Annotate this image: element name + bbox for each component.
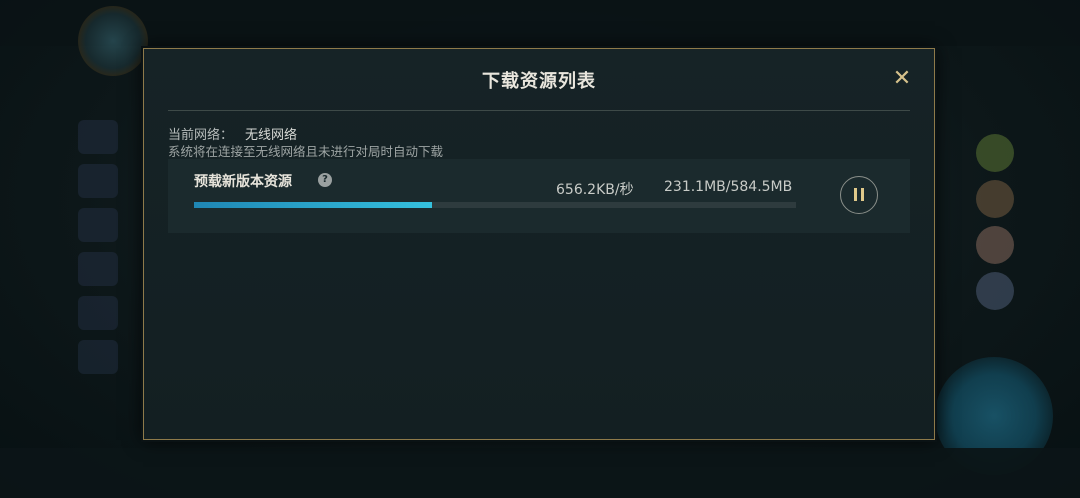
help-icon[interactable]: ? — [318, 173, 332, 187]
player-avatar — [78, 6, 148, 76]
title-divider — [168, 110, 910, 111]
network-note: 系统将在连接至无线网络且未进行对局时自动下载 — [168, 144, 444, 159]
background-bottom-bar — [0, 448, 1080, 498]
download-speed: 656.2KB/秒 — [556, 182, 634, 198]
close-icon[interactable]: ✕ — [890, 67, 914, 91]
background-top-bar — [0, 0, 1080, 46]
background-left-column — [70, 110, 150, 440]
progress-fill — [194, 202, 432, 208]
progress-bar — [194, 202, 796, 208]
pause-button[interactable] — [840, 176, 878, 214]
dialog-title: 下载资源列表 — [482, 71, 596, 92]
download-resource-dialog: 下载资源列表 ✕ 当前网络： 无线网络 系统将在连接至无线网络且未进行对局时自动下… — [143, 48, 935, 440]
download-size: 231.1MB/584.5MB — [664, 179, 793, 195]
task-name: 预载新版本资源 — [194, 174, 292, 190]
download-task-row: 预载新版本资源 ? 656.2KB/秒 231.1MB/584.5MB — [168, 159, 910, 233]
pause-icon — [854, 188, 857, 201]
